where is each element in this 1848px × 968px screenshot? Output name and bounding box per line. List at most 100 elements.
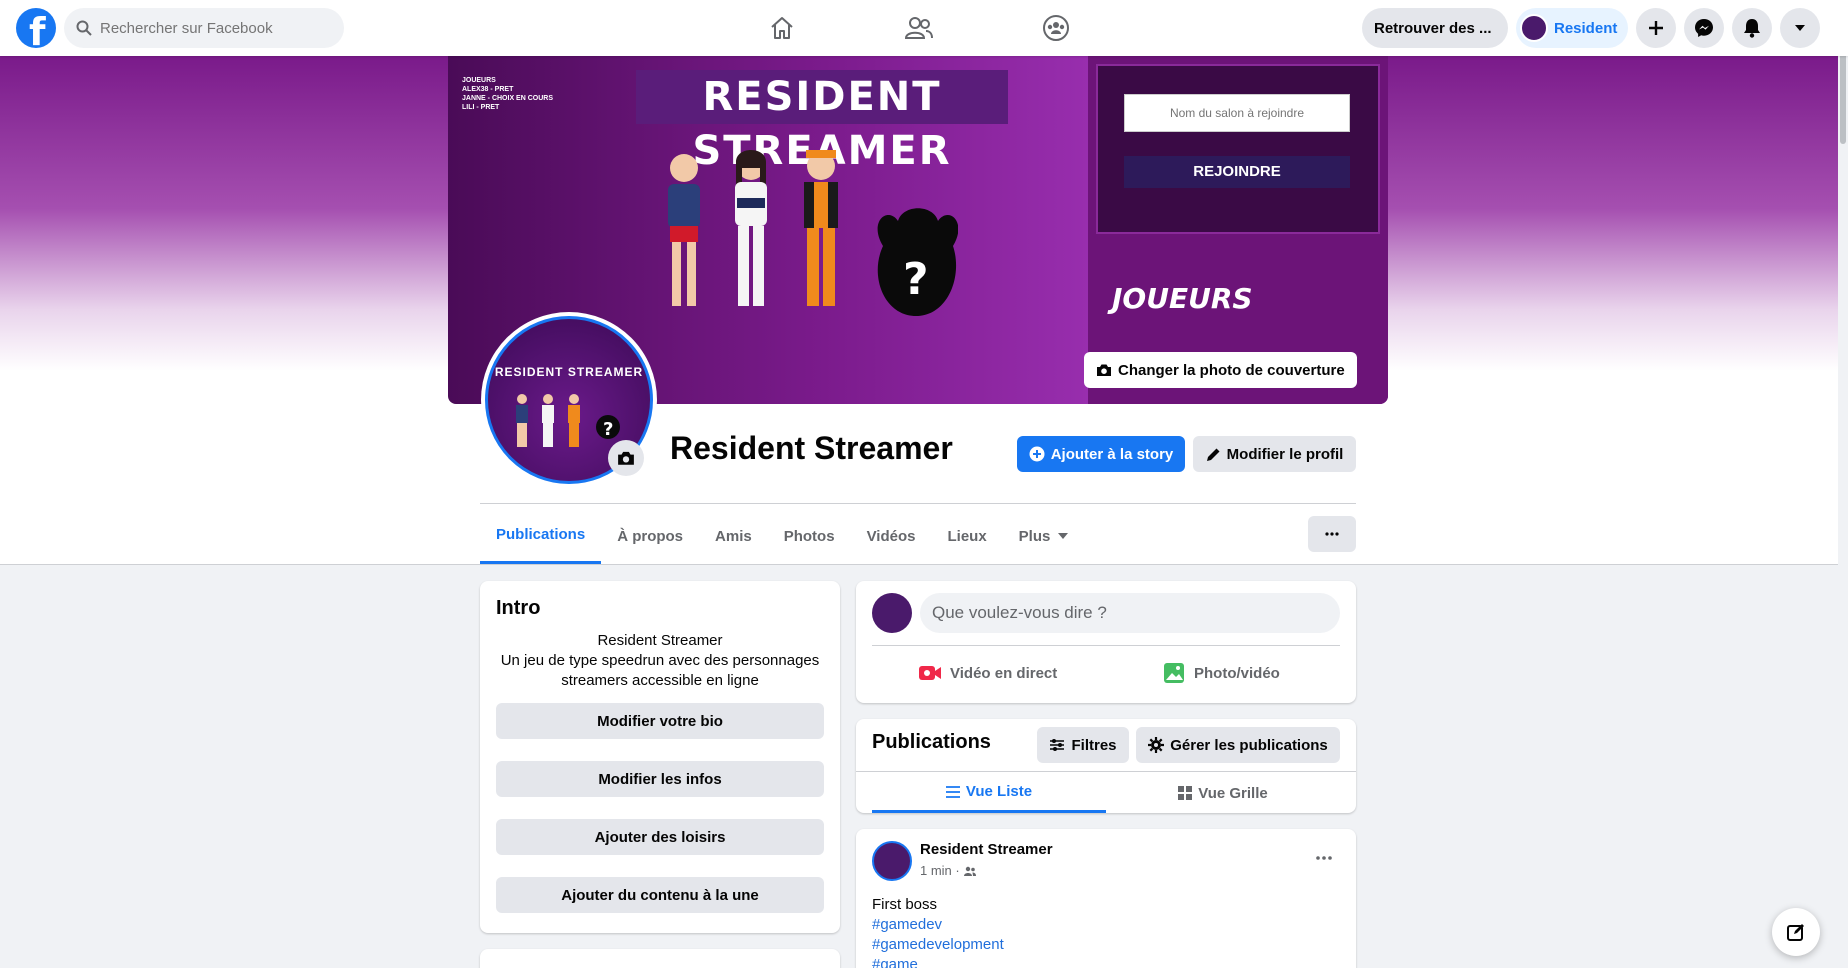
create-button[interactable] <box>1636 8 1676 48</box>
top-navigation-bar: f Retrouver des ... Resident <box>0 0 1848 56</box>
post-options-button[interactable] <box>1316 843 1332 866</box>
photo-icon <box>1164 663 1184 683</box>
camera-icon <box>618 451 634 465</box>
edit-details-button[interactable]: Modifier les infos <box>496 761 824 797</box>
svg-text:?: ? <box>903 254 929 305</box>
search-icon <box>76 20 92 36</box>
friends-audience-icon <box>963 866 976 876</box>
profile-shortcut-button[interactable]: Resident <box>1516 8 1628 48</box>
chevron-down-icon <box>1795 25 1805 31</box>
edit-bio-button[interactable]: Modifier votre bio <box>496 703 824 739</box>
add-hobbies-button[interactable]: Ajouter des loisirs <box>496 819 824 855</box>
messenger-icon <box>1695 19 1713 37</box>
post-composer: Que voulez-vous dire ? Vidéo en direct P… <box>856 581 1356 703</box>
live-video-icon <box>919 666 941 680</box>
cover-players-list: JOUEURS ALEX38 - PRET JANNE - CHOIX EN C… <box>462 76 553 112</box>
ellipsis-icon <box>1316 856 1332 860</box>
tab-about[interactable]: À propos <box>601 508 699 564</box>
tab-more-label: Plus <box>1018 527 1051 545</box>
manage-posts-label: Gérer les publications <box>1170 736 1328 754</box>
tab-more[interactable]: Plus <box>1003 508 1085 564</box>
photos-card <box>480 949 840 968</box>
bell-icon <box>1744 19 1760 38</box>
post-body: First boss #gamedev #gamedevelopment #ga… <box>872 895 1004 968</box>
pencil-icon <box>1206 448 1220 461</box>
page-scrollbar[interactable] <box>1838 0 1848 968</box>
camera-icon <box>1097 364 1111 376</box>
intro-title: Intro <box>496 597 541 619</box>
photo-video-button[interactable]: Photo/vidéo <box>1162 653 1280 693</box>
publications-title: Publications <box>872 731 991 753</box>
new-message-button[interactable] <box>1772 908 1820 956</box>
avatar <box>1520 14 1548 42</box>
search-box[interactable] <box>64 8 344 48</box>
edit-profile-label: Modifier le profil <box>1226 445 1344 463</box>
groups-icon[interactable] <box>1036 8 1076 48</box>
filters-label: Filtres <box>1071 736 1117 754</box>
ellipsis-icon <box>1325 532 1339 536</box>
composer-divider <box>872 645 1340 646</box>
cover-join-panel <box>1096 64 1380 234</box>
tab-videos[interactable]: Vidéos <box>851 508 932 564</box>
grid-view-tab[interactable]: Vue Grille <box>1106 773 1340 813</box>
change-cover-photo-label: Changer la photo de couverture <box>1118 361 1345 379</box>
home-icon[interactable] <box>762 8 802 48</box>
notifications-button[interactable] <box>1732 8 1772 48</box>
add-featured-button[interactable]: Ajouter du contenu à la une <box>496 877 824 913</box>
profile-shortcut-label: Resident <box>1554 19 1618 37</box>
avatar <box>872 593 912 633</box>
cover-room-input: Nom du salon à rejoindre <box>1124 94 1350 132</box>
account-menu-button[interactable] <box>1780 8 1820 48</box>
manage-posts-button[interactable]: Gérer les publications <box>1136 727 1340 763</box>
plus-icon <box>1649 21 1663 35</box>
edit-profile-button[interactable]: Modifier le profil <box>1193 436 1356 472</box>
post-time[interactable]: 1 min · <box>920 863 960 878</box>
tab-places[interactable]: Lieux <box>931 508 1002 564</box>
page-title: Resident Streamer <box>670 430 953 466</box>
tab-photos[interactable]: Photos <box>768 508 851 564</box>
post-author[interactable]: Resident Streamer <box>920 841 1053 858</box>
plus-circle-icon <box>1029 446 1045 462</box>
filters-button[interactable]: Filtres <box>1037 727 1129 763</box>
more-options-button[interactable] <box>1308 516 1356 552</box>
avatar[interactable] <box>872 841 912 881</box>
grid-view-label: Vue Grille <box>1198 784 1268 802</box>
intro-bio-description: Un jeu de type speedrun avec des personn… <box>500 652 820 689</box>
publications-card: Publications Filtres Gérer les publicati… <box>856 719 1356 813</box>
gear-icon <box>1148 737 1165 753</box>
photo-video-label: Photo/vidéo <box>1194 664 1280 682</box>
tab-friends[interactable]: Amis <box>699 508 768 564</box>
live-video-label: Vidéo en direct <box>950 664 1058 682</box>
post-text: First boss <box>872 896 938 913</box>
facebook-logo-icon[interactable]: f <box>16 8 56 54</box>
messenger-button[interactable] <box>1684 8 1724 48</box>
caret-down-icon <box>1058 533 1069 539</box>
friends-icon[interactable] <box>899 8 939 48</box>
cover-players-list-line: ALEX38 - PRET <box>462 86 514 93</box>
cover-characters-illustration: ? <box>668 150 958 316</box>
search-input[interactable] <box>100 8 330 48</box>
list-view-tab[interactable]: Vue Liste <box>872 773 1106 813</box>
post-timestamp: 1 min · <box>920 863 976 878</box>
cover-players-list-line: LILI - PRET <box>462 104 500 111</box>
add-to-story-label: Ajouter à la story <box>1050 445 1174 463</box>
live-video-button[interactable]: Vidéo en direct <box>918 653 1057 693</box>
list-view-label: Vue Liste <box>965 783 1033 800</box>
profile-tabs: Publications À propos Amis Photos Vidéos… <box>480 508 1084 564</box>
cover-join-button: REJOINDRE <box>1124 156 1350 188</box>
add-to-story-button[interactable]: Ajouter à la story <box>1017 436 1185 472</box>
find-friends-button[interactable]: Retrouver des ... <box>1362 8 1508 48</box>
composer-input[interactable]: Que voulez-vous dire ? <box>920 593 1340 633</box>
cover-players-list-title: JOUEURS <box>462 77 496 84</box>
hashtag-link[interactable]: #game <box>872 955 1004 968</box>
cover-game-title: RESIDENT STREAMER <box>636 70 1008 174</box>
svg-text:?: ? <box>603 419 613 440</box>
intro-bio: Resident Streamer Un jeu de type speedru… <box>496 631 824 691</box>
change-cover-photo-button[interactable]: Changer la photo de couverture <box>1084 352 1357 388</box>
tab-publications[interactable]: Publications <box>480 508 602 564</box>
hashtag-link[interactable]: #gamedev <box>872 915 1004 935</box>
intro-bio-name: Resident Streamer <box>597 632 723 649</box>
list-icon <box>945 785 960 798</box>
update-profile-picture-button[interactable] <box>608 440 644 476</box>
hashtag-link[interactable]: #gamedevelopment <box>872 935 1004 955</box>
